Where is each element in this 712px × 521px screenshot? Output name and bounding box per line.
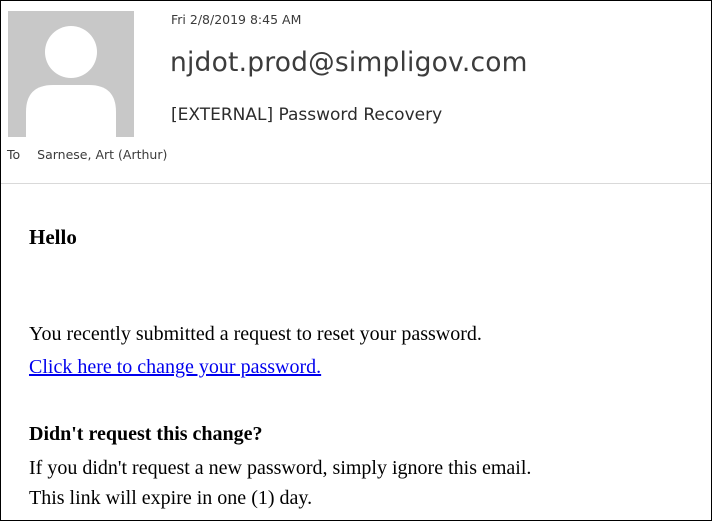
question-heading: Didn't request this change?	[29, 423, 263, 445]
change-password-line: Click here to change your password.	[29, 356, 321, 379]
request-text: You recently submitted a request to rese…	[29, 323, 482, 345]
received-date: Fri 2/8/2019 8:45 AM	[171, 12, 302, 27]
ignore-text: If you didn't request a new password, si…	[29, 457, 532, 479]
to-label: To	[7, 147, 21, 162]
change-password-link[interactable]: Click here to change your password.	[29, 356, 321, 378]
header-divider	[1, 183, 711, 184]
email-header: Fri 2/8/2019 8:45 AM njdot.prod@simpligo…	[1, 1, 711, 173]
sender-address[interactable]: njdot.prod@simpligov.com	[170, 47, 528, 78]
default-person-avatar-icon	[8, 11, 134, 137]
recipient-line: To Sarnese, Art (Arthur)	[7, 147, 167, 162]
greeting: Hello	[29, 225, 77, 249]
email-reading-pane: Fri 2/8/2019 8:45 AM njdot.prod@simpligo…	[0, 0, 712, 521]
expire-text: This link will expire in one (1) day.	[29, 487, 313, 509]
email-subject: [EXTERNAL] Password Recovery	[171, 105, 443, 125]
recipient-name[interactable]: Sarnese, Art (Arthur)	[37, 147, 167, 162]
